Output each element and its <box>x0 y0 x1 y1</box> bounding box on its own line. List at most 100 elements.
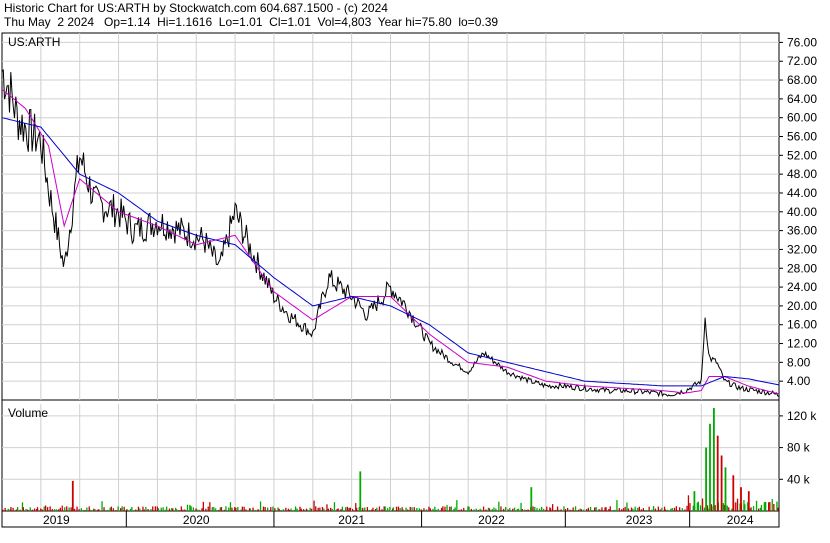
volume-bar <box>143 509 146 511</box>
volume-bar <box>450 506 452 511</box>
volume-bar <box>36 507 39 511</box>
volume-bar <box>407 509 409 511</box>
volume-bar <box>571 510 573 511</box>
volume-bar <box>83 509 85 511</box>
volume-bar <box>290 508 292 511</box>
volume-bar <box>409 506 411 511</box>
volume-bar <box>498 501 500 511</box>
volume-bar <box>591 510 593 511</box>
volume-bar <box>58 509 60 511</box>
volume-bar <box>86 507 88 511</box>
volume-bar <box>587 507 589 511</box>
volume-bar <box>687 495 690 511</box>
volume-bar <box>574 506 577 511</box>
volume-bar <box>160 507 162 511</box>
volume-bar <box>368 509 370 511</box>
volume-bar <box>278 508 280 511</box>
volume-bar <box>676 510 679 511</box>
volume-bar <box>671 508 673 511</box>
volume-bar <box>225 506 227 511</box>
volume-bar <box>323 508 325 511</box>
price-y-tick-label: 52.00 <box>787 148 817 162</box>
volume-bar <box>768 502 770 511</box>
price-y-tick-label: 40.00 <box>787 205 817 219</box>
volume-bar <box>135 509 137 511</box>
volume-bar <box>640 509 643 511</box>
volume-bar <box>109 507 111 511</box>
volume-bar <box>319 507 321 511</box>
volume-bar <box>264 507 266 511</box>
volume-bar <box>728 507 730 511</box>
volume-bar <box>722 503 724 511</box>
x-axis-year-label: 2024 <box>727 513 754 527</box>
volume-bar <box>517 508 520 511</box>
volume-bar <box>763 502 765 511</box>
volume-bar <box>202 501 204 511</box>
volume-bar <box>411 507 413 511</box>
volume-bar <box>475 508 477 511</box>
volume-y-tick-label: 80 k <box>787 441 811 455</box>
volume-bar <box>190 506 192 511</box>
volume-bar <box>93 508 95 511</box>
volume-bar <box>755 500 758 511</box>
volume-bar <box>586 509 588 511</box>
volume-bar <box>223 509 226 511</box>
volume-bar <box>337 508 339 511</box>
volume-bar <box>552 504 554 511</box>
x-axis-year-label: 2020 <box>183 513 210 527</box>
volume-bar <box>175 509 178 511</box>
volume-spike-bar <box>747 491 750 511</box>
volume-bar <box>416 508 418 511</box>
volume-bar <box>201 508 203 511</box>
volume-bar <box>76 506 78 511</box>
volume-bar <box>699 505 702 511</box>
volume-bar <box>554 509 557 511</box>
volume-bar <box>49 506 51 511</box>
volume-bar <box>642 508 644 511</box>
volume-spike-bar <box>359 471 362 511</box>
volume-bar <box>387 508 389 511</box>
volume-bar <box>101 501 103 511</box>
volume-bar <box>139 508 141 511</box>
volume-bar <box>364 507 366 511</box>
volume-bar <box>449 506 451 511</box>
volume-bar <box>305 508 308 511</box>
volume-bar <box>162 507 164 511</box>
volume-bar <box>777 507 779 511</box>
volume-bar <box>422 510 424 511</box>
volume-bar <box>189 504 191 511</box>
volume-bar <box>64 507 66 511</box>
volume-bar <box>500 506 502 511</box>
price-y-tick-label: 76.00 <box>787 35 817 49</box>
volume-panel-title: Volume <box>8 406 48 420</box>
volume-bar <box>760 504 763 511</box>
volume-bar <box>648 506 650 511</box>
volume-bar <box>145 507 147 511</box>
volume-bar <box>456 500 458 511</box>
volume-bar <box>599 509 601 511</box>
volume-bar <box>345 507 347 511</box>
volume-bar <box>577 509 580 511</box>
volume-bar <box>280 510 282 511</box>
volume-bar <box>659 509 661 511</box>
volume-bar <box>157 508 160 511</box>
volume-bar <box>117 506 119 511</box>
volume-bar <box>235 507 237 511</box>
volume-bar <box>94 509 96 511</box>
x-axis-year-label: 2021 <box>338 513 365 527</box>
volume-bar <box>346 506 348 511</box>
volume-bar <box>229 502 232 511</box>
volume-bar <box>651 509 653 511</box>
volume-bar <box>372 507 374 511</box>
volume-bar <box>771 499 773 511</box>
volume-bar <box>679 507 681 511</box>
volume-bar <box>331 508 333 511</box>
volume-bar <box>53 509 56 511</box>
price-y-tick-label: 68.00 <box>787 73 817 87</box>
x-axis-year-label: 2022 <box>478 513 505 527</box>
volume-bar <box>103 507 105 511</box>
volume-bar <box>374 509 377 511</box>
volume-bar <box>351 508 354 511</box>
volume-bar <box>362 507 364 511</box>
volume-bar <box>543 508 545 511</box>
